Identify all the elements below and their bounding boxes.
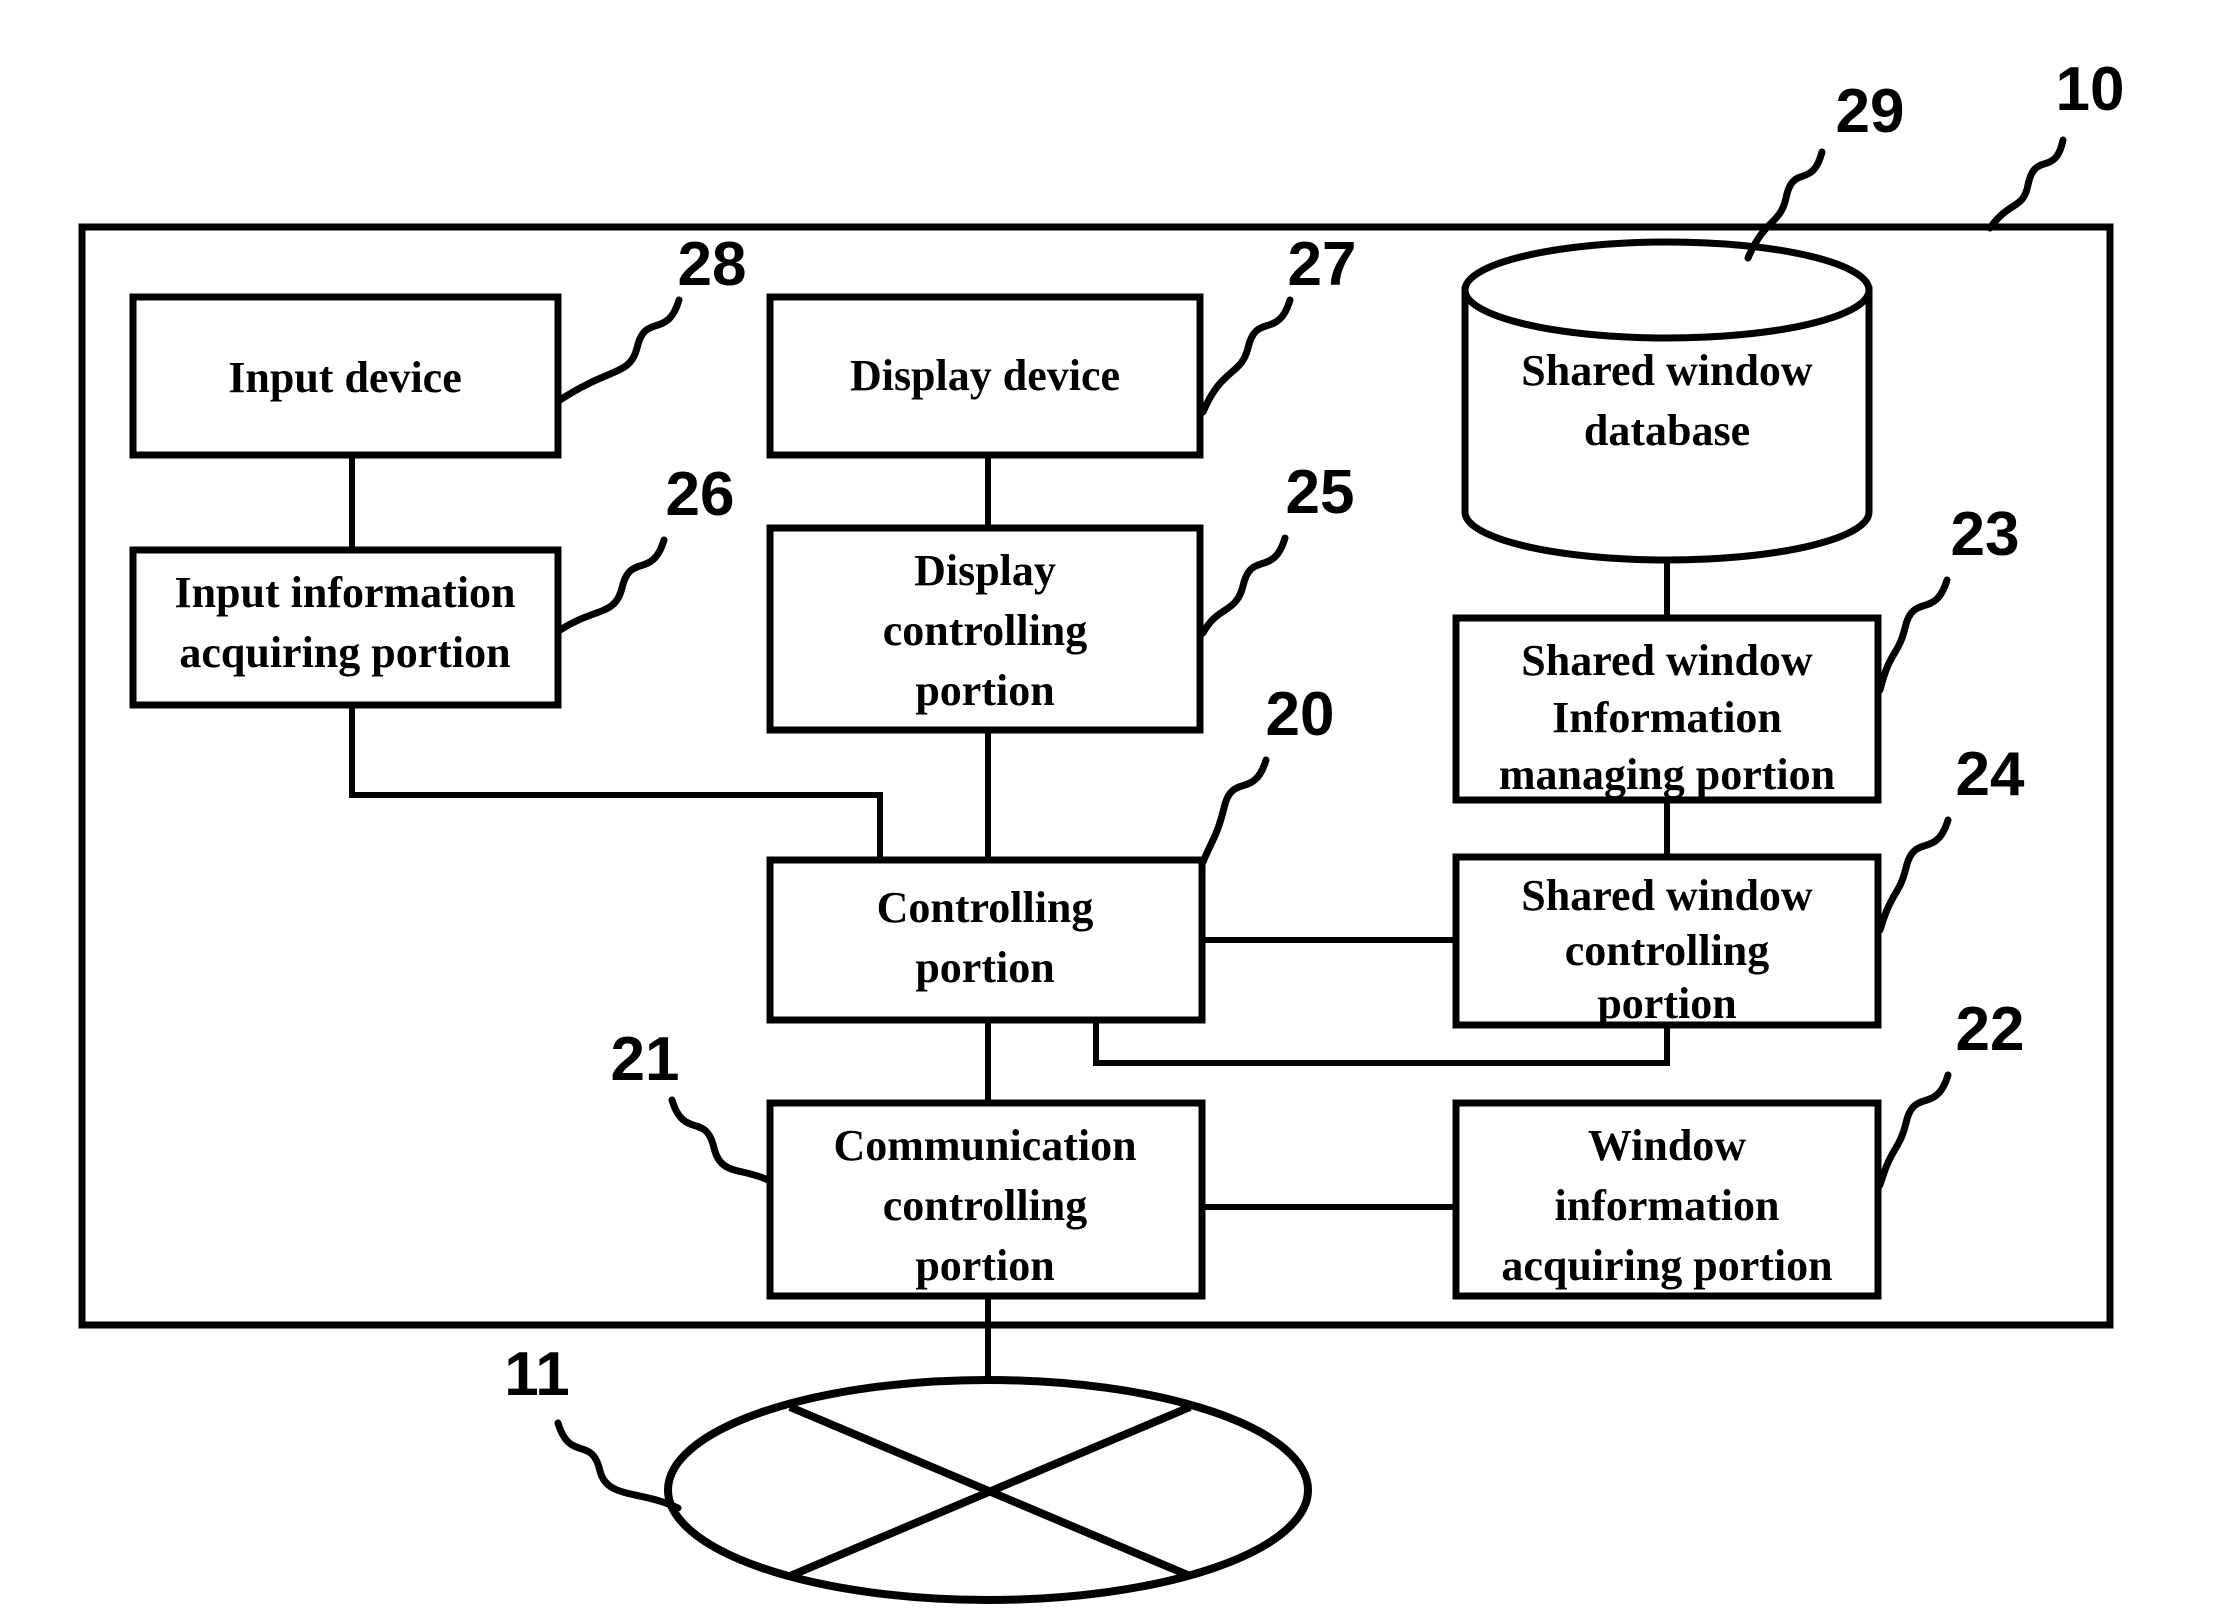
leader-line-11 (554, 1419, 682, 1512)
block-shared-controlling-label-line3: portion (1597, 979, 1736, 1028)
block-communication-label-line3: portion (915, 1241, 1054, 1290)
leader-line-22 (1876, 1071, 1952, 1189)
leader-line-28 (556, 296, 683, 404)
block-input-info-label-line2: acquiring portion (179, 628, 510, 677)
block-controlling-label-line2: portion (915, 943, 1054, 992)
ref-numeral-24: 24 (1956, 740, 2025, 809)
ref-numeral-20: 20 (1266, 680, 1335, 749)
block-controlling-label-line1: Controlling (877, 883, 1094, 932)
block-shared-info-managing-label-line2: Information (1552, 693, 1782, 742)
block-shared-window-database-label-line2: database (1584, 406, 1750, 455)
block-display-controlling-label-line2: controlling (883, 606, 1088, 655)
ref-numeral-27: 27 (1288, 230, 1357, 299)
leader-line-24 (1876, 816, 1952, 934)
leader-line-10 (1986, 136, 2067, 232)
block-display-controlling-label-line3: portion (915, 666, 1054, 715)
block-shared-info-managing-label-line1: Shared window (1521, 636, 1813, 685)
block-input-info-label-line1: Input information (174, 568, 515, 617)
block-window-info-label-line1: Window (1588, 1121, 1746, 1170)
ref-numeral-23: 23 (1951, 500, 2020, 569)
leader-line-23 (1876, 576, 1951, 694)
leader-line-29 (1744, 148, 1826, 262)
block-communication-label-line1: Communication (833, 1121, 1136, 1170)
block-diagram-svg: Input device Input information acquiring… (78, 55, 2125, 1604)
leader-line-27 (1199, 296, 1294, 416)
block-window-info-label-line3: acquiring portion (1501, 1241, 1832, 1290)
ref-numeral-26: 26 (666, 460, 735, 529)
block-shared-controlling-label-line2: controlling (1565, 926, 1770, 975)
ref-numeral-21: 21 (611, 1025, 680, 1094)
block-shared-info-managing-label-line3: managing portion (1499, 750, 1835, 799)
ref-numeral-25: 25 (1286, 458, 1355, 527)
ref-numeral-11: 11 (504, 1340, 570, 1409)
leader-line-26 (556, 536, 668, 634)
ref-numeral-22: 22 (1956, 995, 2025, 1064)
block-shared-controlling-label-line1: Shared window (1521, 871, 1813, 920)
leader-line-25 (1199, 534, 1289, 637)
ref-numeral-28: 28 (678, 230, 747, 299)
leader-line-21 (668, 1096, 772, 1184)
shared-window-database-top-ellipse (1461, 238, 1873, 342)
block-communication-label-line2: controlling (883, 1181, 1088, 1230)
block-display-controlling-label-line1: Display (914, 546, 1056, 595)
figure-canvas: Input device Input information acquiring… (0, 0, 2221, 1611)
ref-numeral-10: 10 (2056, 55, 2125, 124)
ref-numeral-29: 29 (1836, 77, 1905, 146)
leader-line-20 (1199, 756, 1270, 866)
block-shared-window-database-label-line1: Shared window (1521, 346, 1813, 395)
block-input-device-label: Input device (228, 353, 461, 402)
block-display-device-label: Display device (850, 351, 1120, 400)
block-window-info-label-line2: information (1555, 1181, 1780, 1230)
